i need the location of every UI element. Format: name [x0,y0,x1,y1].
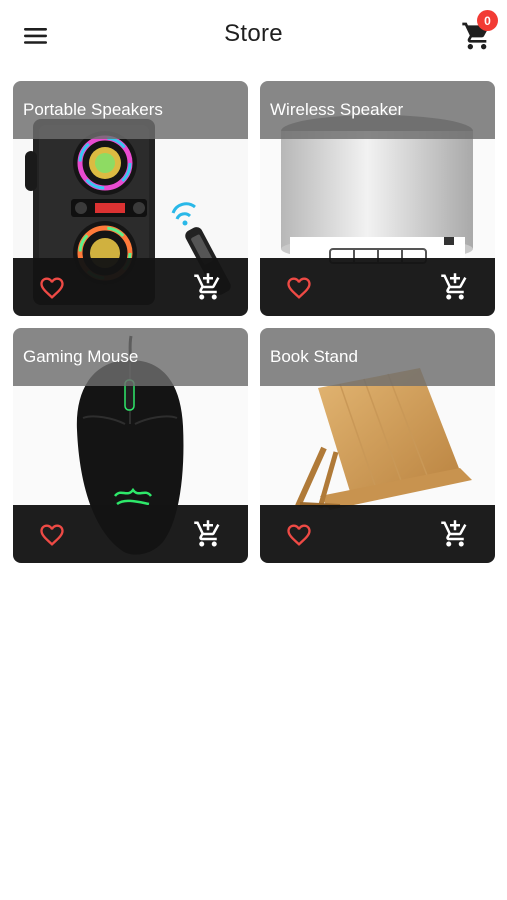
product-card-portable-speakers[interactable]: Portable Speakers [13,81,248,316]
product-name: Gaming Mouse [23,347,139,366]
card-title-bar: Gaming Mouse [13,328,248,386]
card-title-bar: Wireless Speaker [260,81,495,139]
heart-outline-icon [287,524,311,546]
card-action-bar [13,505,248,563]
product-name: Book Stand [270,347,358,366]
card-action-bar [260,505,495,563]
app-header: Store 0 [0,0,507,72]
add-to-cart-icon [194,520,220,547]
favorite-button[interactable] [284,274,314,302]
favorite-button[interactable] [284,521,314,549]
heart-outline-icon [40,277,64,299]
add-to-cart-button[interactable] [440,272,470,302]
card-action-bar [13,258,248,316]
card-title-bar: Portable Speakers [13,81,248,139]
add-to-cart-icon [194,273,220,300]
favorite-button[interactable] [37,274,67,302]
add-to-cart-button[interactable] [193,272,223,302]
heart-outline-icon [287,277,311,299]
page-title: Store [224,20,283,47]
product-card-wireless-speaker[interactable]: Wireless Speaker [260,81,495,316]
cart-count-badge: 0 [477,10,498,31]
card-action-bar [260,258,495,316]
favorite-button[interactable] [37,521,67,549]
add-to-cart-button[interactable] [440,519,470,549]
card-title-bar: Book Stand [260,328,495,386]
add-to-cart-icon [441,520,467,547]
product-name: Wireless Speaker [270,100,404,119]
add-to-cart-icon [441,273,467,300]
add-to-cart-button[interactable] [193,519,223,549]
heart-outline-icon [40,524,64,546]
product-card-gaming-mouse[interactable]: Gaming Mouse [13,328,248,563]
product-name: Portable Speakers [23,100,163,119]
product-card-book-stand[interactable]: Book Stand [260,328,495,563]
